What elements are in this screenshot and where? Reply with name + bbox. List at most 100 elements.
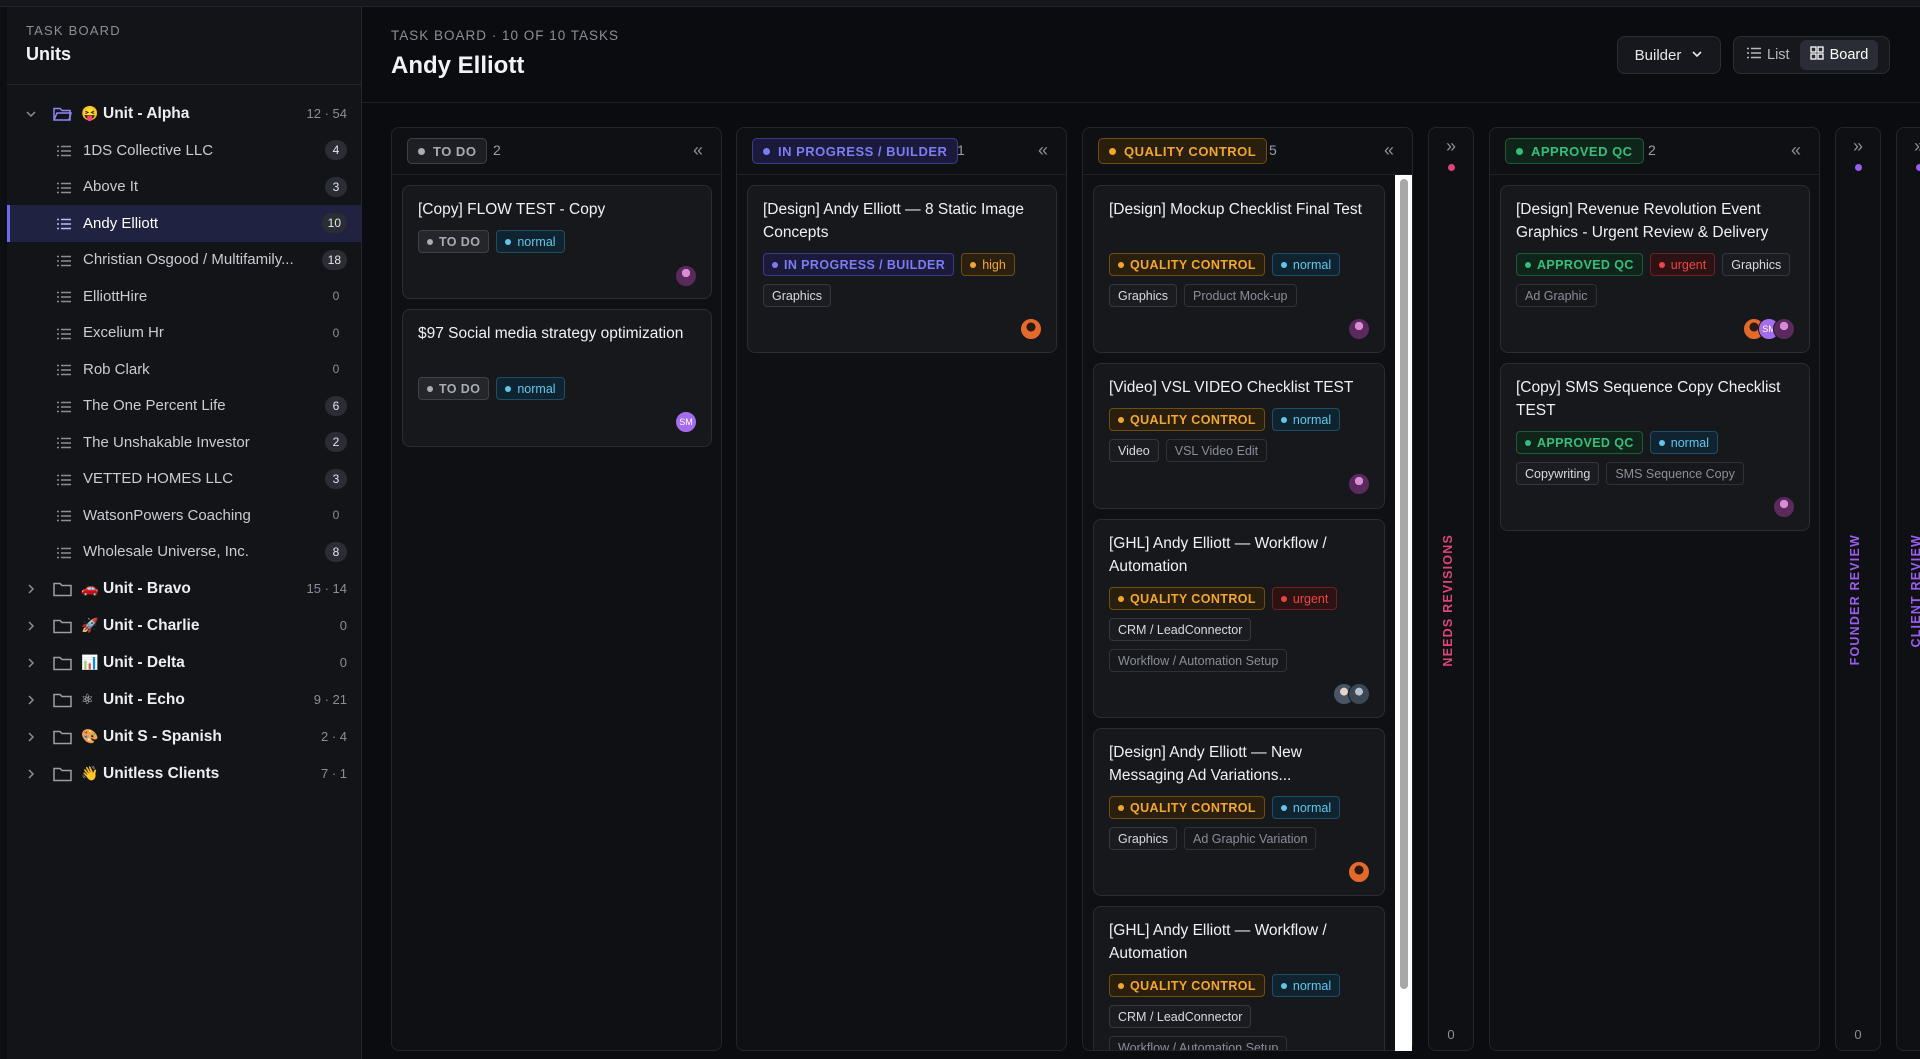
task-card[interactable]: $97 Social media strategy optimization T… (402, 309, 712, 447)
unit-name: Unitless Clients (103, 764, 220, 782)
unit-count: 0 (339, 618, 347, 633)
column-header: IN PROGRESS / BUILDER 1 « (737, 128, 1066, 175)
category-tag: Graphics (1109, 827, 1178, 850)
column-founder-review-collapsed[interactable]: » FOUNDER REVIEW 0 (1835, 127, 1881, 1051)
client-name: Excelium Hr (83, 324, 164, 342)
chevron-right-icon[interactable] (23, 581, 39, 597)
collapse-column-icon[interactable]: « (693, 141, 703, 159)
task-card[interactable]: [Copy] SMS Sequence Copy Checklist TEST … (1500, 363, 1810, 531)
task-card[interactable]: [GHL] Andy Elliott — Workflow / Automati… (1093, 519, 1385, 718)
subcategory-tag: VSL Video Edit (1165, 439, 1268, 462)
unit-bravo[interactable]: 🚗 Unit - Bravo 15 · 14 (7, 570, 361, 607)
expand-column-icon[interactable]: » (1836, 136, 1880, 157)
client-item-vetted-homes[interactable]: VETTED HOMES LLC 3 (7, 461, 361, 498)
chevron-right-icon[interactable] (23, 655, 39, 671)
chevron-down-icon[interactable] (23, 106, 39, 122)
client-item-one-percent-life[interactable]: The One Percent Life 6 (7, 388, 361, 425)
assignees (1348, 861, 1370, 883)
client-item-elliotthire[interactable]: ElliottHire 0 (7, 278, 361, 315)
task-card[interactable]: [Video] VSL VIDEO Checklist TEST QUALITY… (1093, 363, 1385, 509)
chevron-right-icon[interactable] (23, 766, 39, 782)
assignees: SM (1743, 318, 1795, 340)
column-label: IN PROGRESS / BUILDER (778, 143, 948, 159)
tag-row: Graphics Ad Graphic Variation (1109, 827, 1317, 850)
divider (7, 84, 361, 85)
column-client-review-collapsed[interactable]: » CLIENT REVIEW (1896, 127, 1920, 1051)
status-dot (1109, 147, 1116, 155)
status-tag: QUALITY CONTROL (1109, 253, 1265, 276)
column-approved-qc: APPROVED QC 2 « [Design] Revenue Revolut… (1489, 127, 1820, 1051)
column-count: 0 (1854, 1027, 1862, 1042)
client-item-excelium-hr[interactable]: Excelium Hr 0 (7, 315, 361, 352)
category-tag: Graphics (1109, 284, 1178, 307)
avatar (675, 265, 697, 287)
expand-column-icon[interactable]: » (1429, 136, 1473, 157)
unit-echo[interactable]: ⚛ Unit - Echo 9 · 21 (7, 681, 361, 718)
client-item-above-it[interactable]: Above It 3 (7, 169, 361, 206)
unit-name: Unit - Alpha (103, 104, 190, 122)
client-item-rob-clark[interactable]: Rob Clark 0 (7, 351, 361, 388)
unit-emoji: ⚛ (81, 691, 94, 707)
status-dot (1854, 164, 1862, 171)
status-dot (418, 147, 425, 155)
column-count: 2 (493, 142, 501, 158)
column-scrollbar[interactable] (1395, 175, 1412, 1051)
task-count-badge: 3 (325, 468, 347, 489)
task-card[interactable]: [Design] Andy Elliott — 8 Static Image C… (747, 185, 1057, 353)
tag-row: TO DO normal (418, 230, 565, 253)
chevron-right-icon[interactable] (23, 729, 39, 745)
chevron-right-icon[interactable] (23, 692, 39, 708)
subcategory-tag: SMS Sequence Copy (1606, 462, 1744, 485)
list-icon (57, 327, 71, 339)
client-item-andy-elliott[interactable]: Andy Elliott 10 (7, 205, 361, 242)
unit-unitless-clients[interactable]: 👋 Unitless Clients 7 · 1 (7, 755, 361, 792)
chevron-right-icon[interactable] (23, 618, 39, 634)
collapse-column-icon[interactable]: « (1384, 141, 1394, 159)
task-card[interactable]: [Design] Andy Elliott — New Messaging Ad… (1093, 728, 1385, 896)
list-icon (1747, 47, 1761, 63)
priority-tag: normal (496, 230, 565, 253)
collapse-column-icon[interactable]: « (1038, 141, 1048, 159)
task-title: [GHL] Andy Elliott — Workflow / Automati… (1109, 535, 1327, 575)
client-item-christian-osgood[interactable]: Christian Osgood / Multifamily... 18 (7, 242, 361, 279)
builder-dropdown[interactable]: Builder (1617, 36, 1721, 74)
client-name: The Unshakable Investor (83, 433, 250, 451)
window-top-strip (0, 0, 1920, 7)
list-view-button[interactable]: List (1737, 40, 1800, 70)
page-title: Andy Elliott (391, 52, 525, 79)
unit-charlie[interactable]: 🚀 Unit - Charlie 0 (7, 607, 361, 644)
task-card[interactable]: [Copy] FLOW TEST - Copy TO DO normal (402, 185, 712, 299)
unit-alpha[interactable]: 😝 Unit - Alpha 12 · 54 (7, 95, 361, 132)
tag-row: QUALITY CONTROL normal (1109, 796, 1341, 819)
task-count-badge: 0 (332, 289, 340, 304)
unit-count: 0 (339, 655, 347, 670)
board-view-button[interactable]: Board (1799, 40, 1879, 70)
status-tag: QUALITY CONTROL (1109, 587, 1265, 610)
column-needs-revisions-collapsed[interactable]: » NEEDS REVISIONS 0 (1428, 127, 1474, 1051)
unit-emoji: 🚀 (81, 617, 99, 633)
avatar (1773, 496, 1795, 518)
unit-s-spanish[interactable]: 🎨 Unit S - Spanish 2 · 4 (7, 718, 361, 755)
column-status-pill: APPROVED QC (1505, 138, 1644, 164)
status-dot (1447, 164, 1455, 171)
folder-icon (53, 617, 73, 635)
task-card[interactable]: [GHL] Andy Elliott — Workflow / Automati… (1093, 906, 1385, 1050)
avatar (1348, 683, 1370, 705)
task-title: [Copy] FLOW TEST - Copy (418, 201, 606, 218)
column-label: FOUNDER REVIEW (1848, 534, 1862, 666)
list-icon (57, 290, 71, 303)
task-card[interactable]: [Design] Revenue Revolution Event Graphi… (1500, 185, 1810, 353)
chevron-down-icon (1691, 47, 1703, 64)
collapse-column-icon[interactable]: « (1791, 141, 1801, 159)
client-item-1ds-collective[interactable]: 1DS Collective LLC 4 (7, 132, 361, 169)
unit-count: 12 · 54 (306, 106, 347, 121)
status-tag: TO DO (418, 377, 490, 400)
task-card[interactable]: [Design] Mockup Checklist Final Test QUA… (1093, 185, 1385, 353)
client-item-unshakable-investor[interactable]: The Unshakable Investor 2 (7, 424, 361, 461)
client-item-wholesale-universe[interactable]: Wholesale Universe, Inc. 8 (7, 534, 361, 571)
assignees (675, 265, 697, 287)
unit-delta[interactable]: 📊 Unit - Delta 0 (7, 644, 361, 681)
scrollbar-thumb[interactable] (1400, 179, 1408, 989)
expand-column-icon[interactable]: » (1897, 136, 1920, 157)
client-item-watsonpowers[interactable]: WatsonPowers Coaching 0 (7, 497, 361, 534)
